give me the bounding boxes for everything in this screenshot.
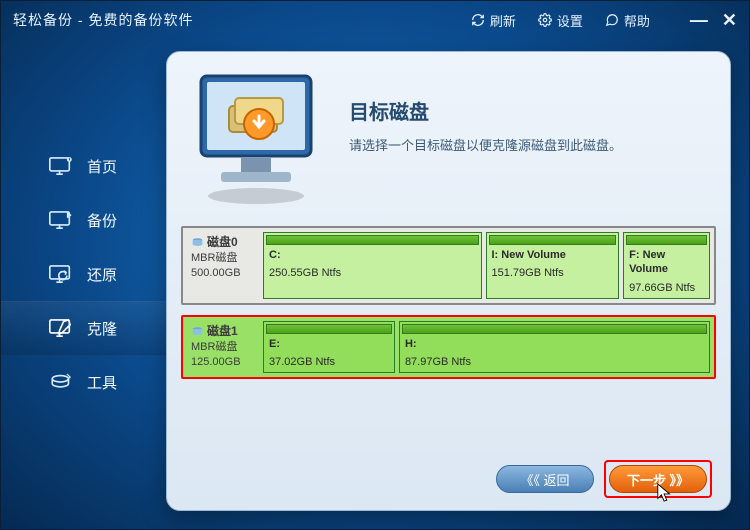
partitions: E: 37.02GB Ntfs H: 87.97GB Ntfs	[263, 321, 710, 374]
nav-label: 工具	[87, 372, 117, 393]
partition[interactable]: C: 250.55GB Ntfs	[263, 232, 482, 299]
titlebar: 轻松备份 - 免费的备份软件 刷新 设置 帮助 — ✕	[1, 1, 749, 39]
top-actions: 刷新 设置 帮助 — ✕	[471, 10, 737, 31]
partition-size: 250.55GB Ntfs	[264, 266, 481, 283]
nav-label: 首页	[87, 156, 117, 177]
sidebar-item-home[interactable]: 首页	[1, 139, 166, 193]
disk-name: 磁盘1	[207, 323, 238, 340]
help-button[interactable]: 帮助	[605, 11, 650, 30]
next-button[interactable]: 下一步 》》	[609, 465, 707, 493]
refresh-icon	[471, 13, 485, 27]
app-window: 轻松备份 - 免费的备份软件 刷新 设置 帮助 — ✕ 首页	[0, 0, 750, 530]
refresh-label: 刷新	[490, 11, 516, 30]
window-controls: — ✕	[690, 10, 737, 31]
body: 首页 备份 还原 克隆 工具	[1, 39, 749, 529]
partition-size: 151.79GB Ntfs	[487, 266, 619, 283]
back-button[interactable]: 《《 返回	[496, 465, 594, 493]
sidebar-item-clone[interactable]: 克隆	[1, 301, 166, 355]
tools-icon	[49, 371, 75, 393]
disk-type: MBR磁盘	[191, 340, 255, 355]
sidebar-item-tools[interactable]: 工具	[1, 355, 166, 409]
panel-subheading: 请选择一个目标磁盘以便克隆源磁盘到此磁盘。	[349, 135, 622, 154]
partitions: C: 250.55GB Ntfs I: New Volume 151.79GB …	[263, 232, 710, 299]
partition-label: F: New Volume	[624, 247, 709, 281]
backup-icon	[49, 209, 75, 231]
disk-row-0[interactable]: 磁盘0 MBR磁盘 500.00GB C: 250.55GB Ntfs I: N…	[181, 226, 716, 305]
gear-icon	[538, 13, 552, 27]
next-button-highlight: 下一步 》》	[604, 460, 712, 498]
settings-label: 设置	[557, 11, 583, 30]
disk-size: 500.00GB	[191, 266, 255, 281]
main-panel: 目标磁盘 请选择一个目标磁盘以便克隆源磁盘到此磁盘。 磁盘0 MBR磁盘 500…	[166, 51, 731, 511]
partition-label: H:	[400, 336, 709, 355]
nav-label: 备份	[87, 210, 117, 231]
settings-button[interactable]: 设置	[538, 11, 583, 30]
panel-heading: 目标磁盘	[349, 96, 622, 125]
usage-bar	[266, 324, 392, 334]
disk-type: MBR磁盘	[191, 251, 255, 266]
next-label: 下一步 》》	[627, 470, 689, 489]
hero-illustration	[181, 66, 331, 216]
partition-label: C:	[264, 247, 481, 266]
disk-row-1[interactable]: 磁盘1 MBR磁盘 125.00GB E: 37.02GB Ntfs H: 87…	[181, 315, 716, 380]
partition-label: I: New Volume	[487, 247, 619, 266]
app-title: 轻松备份 - 免费的备份软件	[13, 10, 193, 30]
partition-size: 87.97GB Ntfs	[400, 355, 709, 372]
back-label: 《《 返回	[520, 470, 569, 489]
refresh-button[interactable]: 刷新	[471, 11, 516, 30]
monitor-icon	[49, 155, 75, 177]
monitor-clone-icon	[181, 66, 331, 216]
partition-size: 97.66GB Ntfs	[624, 281, 709, 298]
partition[interactable]: H: 87.97GB Ntfs	[399, 321, 710, 374]
disk-head: 磁盘1 MBR磁盘 125.00GB	[187, 321, 259, 374]
help-label: 帮助	[624, 11, 650, 30]
sidebar: 首页 备份 还原 克隆 工具	[1, 39, 166, 529]
usage-bar	[626, 235, 707, 245]
usage-bar	[402, 324, 707, 334]
partition-size: 37.02GB Ntfs	[264, 355, 394, 372]
sidebar-item-restore[interactable]: 还原	[1, 247, 166, 301]
usage-bar	[266, 235, 479, 245]
hero: 目标磁盘 请选择一个目标磁盘以便克隆源磁盘到此磁盘。	[181, 66, 716, 216]
clone-icon	[49, 317, 75, 339]
usage-bar	[489, 235, 617, 245]
disk-icon	[191, 326, 204, 337]
hero-text: 目标磁盘 请选择一个目标磁盘以便克隆源磁盘到此磁盘。	[349, 66, 622, 216]
partition[interactable]: F: New Volume 97.66GB Ntfs	[623, 232, 710, 299]
nav-label: 还原	[87, 264, 117, 285]
partition[interactable]: I: New Volume 151.79GB Ntfs	[486, 232, 620, 299]
disk-head: 磁盘0 MBR磁盘 500.00GB	[187, 232, 259, 299]
close-button[interactable]: ✕	[722, 10, 737, 31]
partition[interactable]: E: 37.02GB Ntfs	[263, 321, 395, 374]
disk-icon	[191, 237, 204, 248]
disk-size: 125.00GB	[191, 355, 255, 370]
help-icon	[605, 13, 619, 27]
partition-label: E:	[264, 336, 394, 355]
sidebar-item-backup[interactable]: 备份	[1, 193, 166, 247]
minimize-button[interactable]: —	[690, 10, 708, 31]
nav-label: 克隆	[87, 318, 117, 339]
footer-buttons: 《《 返回 下一步 》》	[496, 460, 712, 498]
restore-icon	[49, 263, 75, 285]
disk-name: 磁盘0	[207, 234, 238, 251]
